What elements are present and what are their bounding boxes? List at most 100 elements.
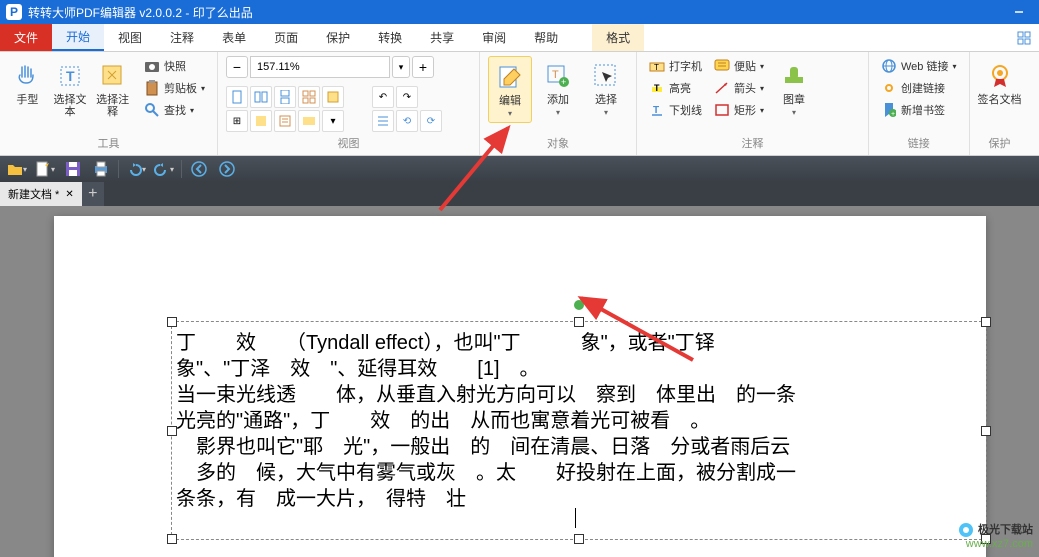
resize-handle-ne[interactable] bbox=[981, 317, 991, 327]
stamp-button[interactable]: 图章 ▾ bbox=[772, 56, 816, 117]
text-line: 象"、"丁泽 效 "、延得耳效 [1] 。 bbox=[176, 356, 982, 382]
add-button[interactable]: T+ 添加 ▾ bbox=[536, 56, 580, 117]
svg-text:+: + bbox=[561, 77, 566, 87]
resize-handle-sw[interactable] bbox=[167, 534, 177, 544]
redo-button[interactable]: ▾ bbox=[153, 159, 175, 179]
rect-button[interactable]: 矩形▾ bbox=[710, 100, 768, 120]
fullscreen-icon[interactable] bbox=[1017, 24, 1039, 51]
sticky-note-button[interactable]: 便贴▾ bbox=[710, 56, 768, 76]
find-button[interactable]: 查找▾ bbox=[140, 100, 209, 120]
clipboard-button[interactable]: 剪贴板▾ bbox=[140, 78, 209, 98]
text-cursor bbox=[575, 508, 576, 528]
zoom-in-button[interactable]: + bbox=[412, 56, 434, 78]
svg-text:T: T bbox=[654, 83, 660, 93]
ribbon-group-link: Web 链接▾ 创建链接 +新增书签 链接 bbox=[869, 52, 970, 155]
underline-button[interactable]: T下划线 bbox=[645, 100, 706, 120]
menu-help[interactable]: 帮助 bbox=[520, 24, 572, 51]
document-tab[interactable]: 新建文档 * ✕ bbox=[0, 182, 82, 206]
view-icon-4[interactable] bbox=[298, 86, 320, 108]
create-link-button[interactable]: 创建链接 bbox=[877, 78, 961, 98]
svg-text:T: T bbox=[66, 68, 75, 84]
menu-annotate[interactable]: 注释 bbox=[156, 24, 208, 51]
view-icon-5[interactable] bbox=[322, 86, 344, 108]
zoom-input[interactable] bbox=[250, 56, 390, 78]
window-title: 转转大师PDF编辑器 v2.0.0.2 - 印了么出品 bbox=[28, 4, 253, 21]
snapshot-button[interactable]: 快照 bbox=[140, 56, 209, 76]
rotate-right-icon[interactable]: ⟳ bbox=[420, 110, 442, 132]
sign-document-button[interactable]: 签名文档 bbox=[978, 56, 1022, 106]
redo-icon[interactable]: ↷ bbox=[396, 86, 418, 108]
menu-start[interactable]: 开始 bbox=[52, 24, 104, 51]
menu-view[interactable]: 视图 bbox=[104, 24, 156, 51]
select-text-button[interactable]: T 选择文本 bbox=[51, 56, 90, 118]
web-link-button[interactable]: Web 链接▾ bbox=[877, 56, 961, 76]
ribbon: 手型 T 选择文本 选择注释 快照 剪贴板▾ bbox=[0, 52, 1039, 156]
minimize-button[interactable] bbox=[1005, 0, 1033, 24]
text-line: 多的 候，大气中有雾气或灰 。太 好投射在上面，被分割成一 bbox=[176, 460, 982, 486]
resize-handle-e[interactable] bbox=[981, 426, 991, 436]
menu-form[interactable]: 表单 bbox=[208, 24, 260, 51]
open-button[interactable]: ▾ bbox=[6, 159, 28, 179]
view-icon-7[interactable] bbox=[250, 110, 272, 132]
ribbon-group-object: 编辑 ▾ T+ 添加 ▾ 选择 ▾ 对象 bbox=[480, 52, 637, 155]
text-line: 影界也叫它"耶 光"，一般出 的 间在清晨、日落 分或者雨后云 bbox=[176, 434, 982, 460]
titlebar: P 转转大师PDF编辑器 v2.0.0.2 - 印了么出品 bbox=[0, 0, 1039, 24]
arrow-button[interactable]: 箭头▾ bbox=[710, 78, 768, 98]
highlight-button[interactable]: T高亮 bbox=[645, 78, 706, 98]
svg-text:T: T bbox=[552, 69, 559, 81]
text-line: 当一束光线透 体，从垂直入射光方向可以 察到 体里出 的一条 bbox=[176, 382, 982, 408]
save-button[interactable] bbox=[62, 159, 84, 179]
single-page-icon[interactable] bbox=[226, 86, 248, 108]
menu-protect[interactable]: 保护 bbox=[312, 24, 364, 51]
nav-forward-button[interactable] bbox=[216, 159, 238, 179]
hand-tool-button[interactable]: 手型 bbox=[8, 56, 47, 106]
ribbon-group-annot: T打字机 T高亮 T下划线 便贴▾ 箭头▾ 矩形▾ 图章 ▾ 注释 bbox=[637, 52, 869, 155]
close-tab-icon[interactable]: ✕ bbox=[65, 189, 73, 200]
view-icon-9[interactable] bbox=[298, 110, 320, 132]
menu-convert[interactable]: 转换 bbox=[364, 24, 416, 51]
canvas-area[interactable]: 丁 效 （Tyndall effect），也叫"丁 象"，或者"丁铎 象"、"丁… bbox=[0, 206, 1039, 557]
select-button[interactable]: 选择 ▾ bbox=[584, 56, 628, 117]
nav-back-button[interactable] bbox=[188, 159, 210, 179]
typewriter-button[interactable]: T打字机 bbox=[645, 56, 706, 76]
text-line: 条条，有 成一大片， 得特 壮 bbox=[176, 486, 982, 512]
zoom-dropdown[interactable]: ▾ bbox=[392, 56, 410, 78]
view-icon-10[interactable]: ▾ bbox=[322, 110, 344, 132]
ribbon-group-tools: 手型 T 选择文本 选择注释 快照 剪贴板▾ bbox=[0, 52, 218, 155]
undo-icon[interactable]: ↶ bbox=[372, 86, 394, 108]
continuous-icon[interactable] bbox=[274, 86, 296, 108]
print-button[interactable] bbox=[90, 159, 112, 179]
view-icon-6[interactable]: ⊞ bbox=[226, 110, 248, 132]
rotate-handle[interactable] bbox=[574, 300, 584, 310]
menu-format[interactable]: 格式 bbox=[592, 24, 644, 51]
edit-button[interactable]: 编辑 ▾ bbox=[488, 56, 532, 123]
resize-handle-n[interactable] bbox=[574, 317, 584, 327]
facing-page-icon[interactable] bbox=[250, 86, 272, 108]
menu-share[interactable]: 共享 bbox=[416, 24, 468, 51]
text-content[interactable]: 丁 效 （Tyndall effect），也叫"丁 象"，或者"丁铎 象"、"丁… bbox=[176, 330, 982, 512]
ribbon-group-protect: 签名文档 保护 bbox=[970, 52, 1030, 155]
menu-page[interactable]: 页面 bbox=[260, 24, 312, 51]
file-menu[interactable]: 文件 bbox=[0, 24, 52, 51]
undo-button[interactable]: ▾ bbox=[125, 159, 147, 179]
text-line: 光亮的"通路"，丁 效 的出 从而也寓意着光可被看 。 bbox=[176, 408, 982, 434]
svg-text:+: + bbox=[891, 111, 895, 118]
document-tabbar: 新建文档 * ✕ + bbox=[0, 182, 1039, 206]
view-icon-8[interactable] bbox=[274, 110, 296, 132]
select-annot-button[interactable]: 选择注释 bbox=[93, 56, 132, 118]
watermark: 极光下载站 www.xz7.com bbox=[958, 522, 1033, 551]
new-tab-button[interactable]: + bbox=[82, 182, 104, 206]
rotate-left-icon[interactable]: ⟲ bbox=[396, 110, 418, 132]
quick-toolbar: ▾ ▾ ▾ ▾ bbox=[0, 156, 1039, 182]
resize-handle-s[interactable] bbox=[574, 534, 584, 544]
app-icon: P bbox=[6, 4, 22, 20]
menubar: 文件 开始 视图 注释 表单 页面 保护 转换 共享 审阅 帮助 格式 bbox=[0, 24, 1039, 52]
bookmark-button[interactable]: +新增书签 bbox=[877, 100, 961, 120]
zoom-out-button[interactable]: − bbox=[226, 56, 248, 78]
list-view-icon[interactable] bbox=[372, 110, 394, 132]
new-button[interactable]: ▾ bbox=[34, 159, 56, 179]
menu-review[interactable]: 审阅 bbox=[468, 24, 520, 51]
text-line: 丁 效 （Tyndall effect），也叫"丁 象"，或者"丁铎 bbox=[176, 330, 982, 356]
ribbon-group-view: − ▾ + ⊞ ▾ bbox=[218, 52, 480, 155]
resize-handle-nw[interactable] bbox=[167, 317, 177, 327]
